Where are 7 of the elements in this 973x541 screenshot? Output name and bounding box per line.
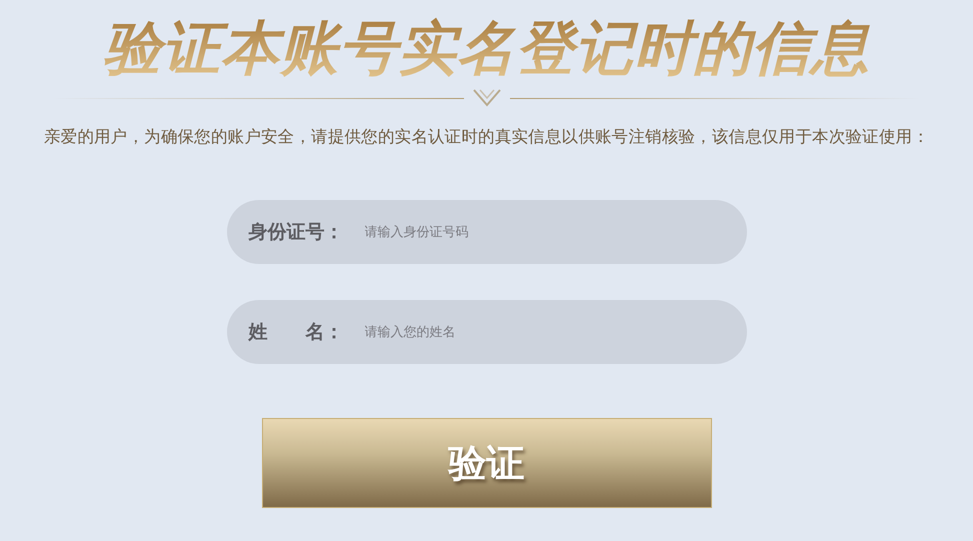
notice-text: 亲爱的用户，为确保您的账户安全，请提供您的实名认证时的真实信息以供账号注销核验，该信息仅用于本次验证使用： — [44, 126, 930, 148]
field-label: 姓 名： — [248, 320, 344, 345]
chevron-icon — [472, 88, 502, 108]
field-label: 身份证号： — [248, 220, 344, 245]
verify-button[interactable]: 验证 — [262, 418, 712, 508]
input-field[interactable]: 请输入身份证号码 — [362, 224, 746, 240]
input-field[interactable]: 请输入您的姓名 — [362, 324, 746, 340]
